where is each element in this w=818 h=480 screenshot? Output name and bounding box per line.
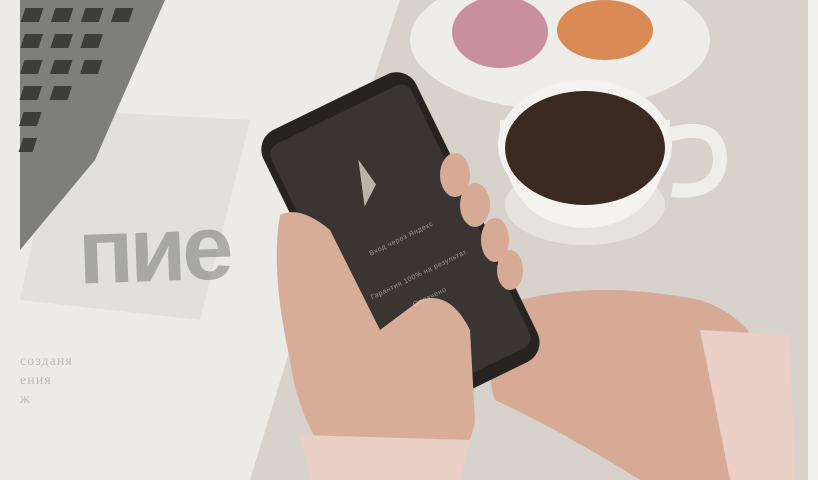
caption-line: созданя xyxy=(20,354,73,369)
caption-line: ж xyxy=(20,392,31,407)
photo-scene: пие созданя ения ж Вход через Яндекс Гар… xyxy=(0,0,818,480)
phone-menu-item: Вход через Яндекс xyxy=(368,220,435,258)
left-sleeve xyxy=(300,435,470,480)
coffee xyxy=(505,91,665,205)
image-border xyxy=(808,0,818,480)
caption-line: ения xyxy=(20,373,52,388)
background-caption: созданя ения ж xyxy=(20,352,190,409)
orange-macaron xyxy=(557,0,653,60)
background-headline: пие xyxy=(76,196,232,304)
